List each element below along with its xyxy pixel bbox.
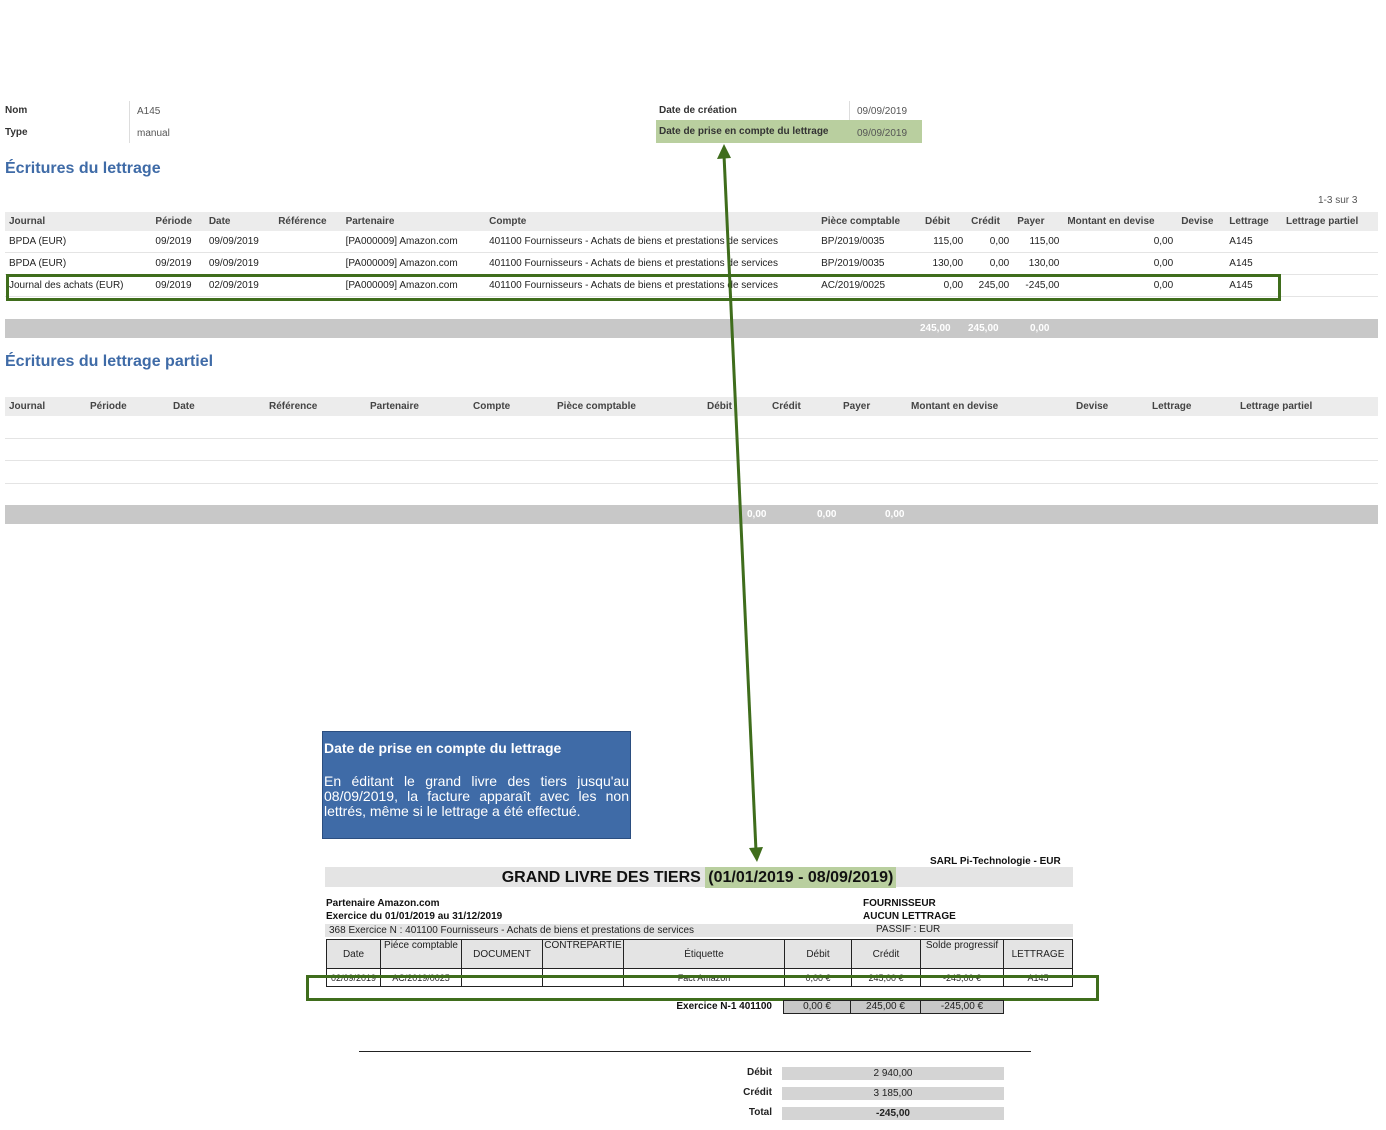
fournisseur-label: FOURNISSEUR — [863, 898, 936, 909]
grand-livre-header: Date Piéce comptable DOCUMENT CONTREPART… — [326, 939, 1073, 969]
gl-col-debit: Débit — [784, 939, 852, 969]
exercice-n1-label: Exercice N-1 401100 — [676, 1001, 772, 1012]
gl-col-date: Date — [326, 939, 381, 969]
summary-total-label: Total — [748, 1107, 772, 1118]
grand-livre-title: GRAND LIVRE DES TIERS (01/01/2019 - 08/0… — [325, 867, 1073, 888]
summary-credit-label: Crédit — [743, 1087, 772, 1098]
grand-livre-period: (01/01/2019 - 08/09/2019) — [705, 867, 897, 888]
gl-col-document: DOCUMENT — [461, 939, 543, 969]
gl-col-lettrage: LETTRAGE — [1003, 939, 1073, 969]
account-line: 368 Exercice N : 401100 Fournisseurs - A… — [329, 925, 695, 936]
aucun-lettrage-label: AUCUN LETTRAGE — [863, 911, 956, 922]
summary-total-value: -245,00 — [782, 1107, 1004, 1120]
partenaire-line: Partenaire Amazon.com — [326, 898, 440, 909]
grand-livre-highlight-box — [306, 975, 1099, 1001]
gl-col-piece: Piéce comptable — [380, 939, 462, 969]
gl-col-credit: Crédit — [851, 939, 921, 969]
gl-col-solde: Solde progressif — [920, 939, 1004, 969]
gl-col-contrepartie: CONTREPARTIE — [542, 939, 624, 969]
exercice-n1-credit: 245,00 € — [850, 1000, 921, 1014]
divider-line — [359, 1051, 1031, 1052]
passif-label: PASSIF : EUR — [876, 924, 941, 935]
company-name: SARL Pi-Technologie - EUR — [930, 856, 1061, 867]
grand-livre-title-main: GRAND LIVRE DES TIERS — [501, 869, 706, 886]
gl-col-etiquette: Étiquette — [623, 939, 785, 969]
exercice-n1-debit: 0,00 € — [783, 1000, 851, 1014]
summary-debit-value: 2 940,00 — [782, 1067, 1004, 1080]
summary-debit-label: Débit — [747, 1067, 772, 1078]
summary-credit-value: 3 185,00 — [782, 1087, 1004, 1100]
account-bar: 368 Exercice N : 401100 Fournisseurs - A… — [325, 924, 1073, 937]
exercice-n1-solde: -245,00 € — [920, 1000, 1004, 1014]
exercice-line: Exercice du 01/01/2019 au 31/12/2019 — [326, 911, 503, 922]
